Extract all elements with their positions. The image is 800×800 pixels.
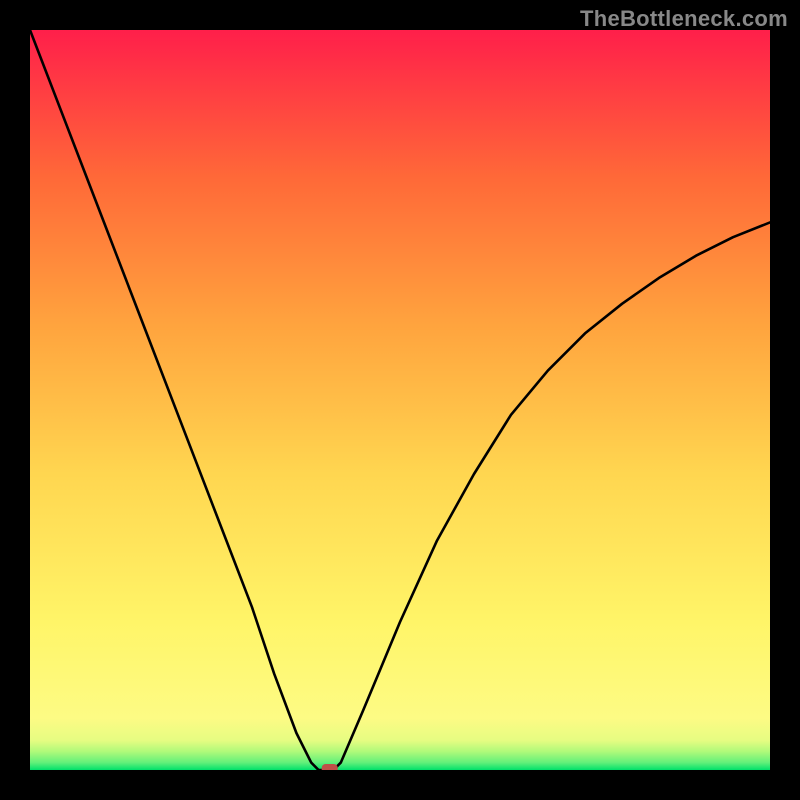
plot-area <box>30 30 770 770</box>
valley-marker <box>322 764 338 770</box>
watermark-text: TheBottleneck.com <box>580 6 788 32</box>
gradient-background <box>30 30 770 770</box>
chart-frame: TheBottleneck.com <box>0 0 800 800</box>
chart-svg <box>30 30 770 770</box>
